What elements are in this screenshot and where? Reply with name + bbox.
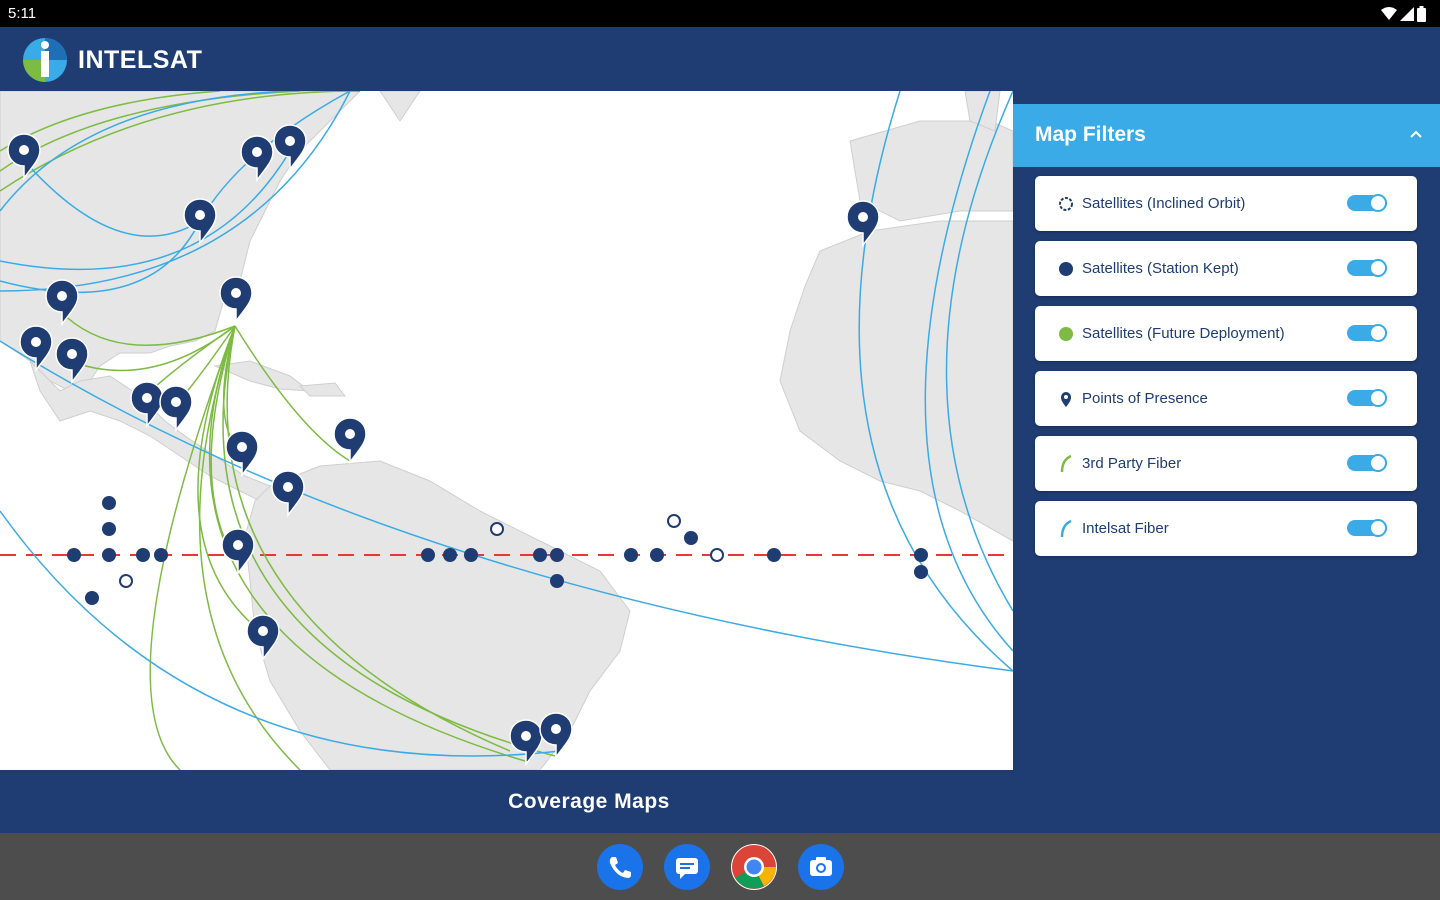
filter-satellites-station-kept[interactable]: Satellites (Station Kept) [1035,241,1417,296]
satellite-station-kept [102,522,116,536]
satellite-station-kept [67,548,81,562]
chrome-glyph-icon [732,845,776,889]
toggle-knob [1369,324,1387,342]
satellite-station-kept [464,548,478,562]
satellite-station-kept [85,591,99,605]
filter-label: Intelsat Fiber [1082,520,1169,537]
satellite-station-kept [102,548,116,562]
blue-arc-icon [1060,520,1072,538]
map-filters-header[interactable]: Map Filters [1013,104,1440,167]
satellite-station-kept [136,548,150,562]
satellite-inclined-orbit [667,514,681,528]
intelsat-globe-logo [23,38,67,82]
satellite-station-kept [443,548,457,562]
satellite-station-kept [550,548,564,562]
filter-satellites-future-deployment[interactable]: Satellites (Future Deployment) [1035,306,1417,361]
green-circle-icon [1059,327,1073,341]
land-south-america [244,460,631,770]
toggle-knob [1369,454,1387,472]
filter-points-of-presence[interactable]: Points of Presence [1035,371,1417,426]
satellite-station-kept [421,548,435,562]
toggle-knob [1369,194,1387,212]
satellite-inclined-orbit [119,574,133,588]
phone-glyph-icon [609,857,631,878]
toggle-switch[interactable] [1347,259,1387,277]
status-time: 5:11 [8,5,37,22]
map-canvas[interactable] [0,91,1013,770]
land-africa [779,220,1013,542]
map-pin-icon [1061,392,1071,407]
battery-icon [1417,5,1426,22]
brand[interactable]: INTELSAT [22,37,202,83]
satellite-station-kept [767,548,781,562]
toggle-switch[interactable] [1347,454,1387,472]
filter-label: Satellites (Inclined Orbit) [1082,195,1246,212]
camera-glyph-icon [810,857,832,876]
land-hispaniola [298,382,347,397]
chevron-up-icon[interactable] [1408,126,1424,142]
satellite-inclined-orbit [490,522,504,536]
toggle-switch[interactable] [1347,519,1387,537]
caption-bar: Coverage Maps [0,770,1013,833]
filter-intelsat-fiber[interactable]: Intelsat Fiber [1035,501,1417,556]
map-filters-title: Map Filters [1035,123,1146,146]
app-header: INTELSAT [0,27,1440,91]
wifi-icon [1381,6,1397,20]
toggle-knob [1369,519,1387,537]
camera-app-icon[interactable] [798,844,844,890]
filter-label: 3rd Party Fiber [1082,455,1182,472]
coverage-map[interactable] [0,91,1013,770]
satellite-station-kept [533,548,547,562]
satellite-station-kept [154,548,168,562]
messages-app-icon[interactable] [664,844,710,890]
satellite-station-kept [624,548,638,562]
satellite-station-kept [650,548,664,562]
message-glyph-icon [676,858,698,879]
status-bar: 5:11 [0,0,1440,27]
app-dock [0,833,1440,900]
satellite-station-kept [914,548,928,562]
satellite-inclined-orbit [710,548,724,562]
phone-app-icon[interactable] [597,844,643,890]
satellite-station-kept [550,574,564,588]
filled-circle-icon [1059,262,1073,276]
map-filters-panel: Map Filters Satellites (Inclined Orbit) … [1013,104,1440,833]
filter-label: Satellites (Station Kept) [1082,260,1239,277]
filter-3rd-party-fiber[interactable]: 3rd Party Fiber [1035,436,1417,491]
filter-label: Satellites (Future Deployment) [1082,325,1285,342]
brand-name: INTELSAT [78,45,203,74]
filter-satellites-inclined-orbit[interactable]: Satellites (Inclined Orbit) [1035,176,1417,231]
status-icons [1381,4,1426,23]
satellite-station-kept [914,565,928,579]
green-arc-icon [1060,455,1072,473]
toggle-knob [1369,259,1387,277]
land-north-atlantic [379,91,421,122]
land-masses [0,91,1013,770]
map-pin-icon [333,417,367,463]
map-pin-icon [219,276,253,322]
satellite-station-kept [102,496,116,510]
toggle-switch[interactable] [1347,389,1387,407]
hollow-circle-icon [1059,197,1073,211]
filter-label: Points of Presence [1082,390,1208,407]
satellite-station-kept [684,531,698,545]
signal-icon [1400,6,1414,21]
toggle-switch[interactable] [1347,324,1387,342]
toggle-switch[interactable] [1347,194,1387,212]
toggle-knob [1369,389,1387,407]
chrome-app-icon[interactable] [731,844,777,890]
page-caption: Coverage Maps [508,790,670,813]
